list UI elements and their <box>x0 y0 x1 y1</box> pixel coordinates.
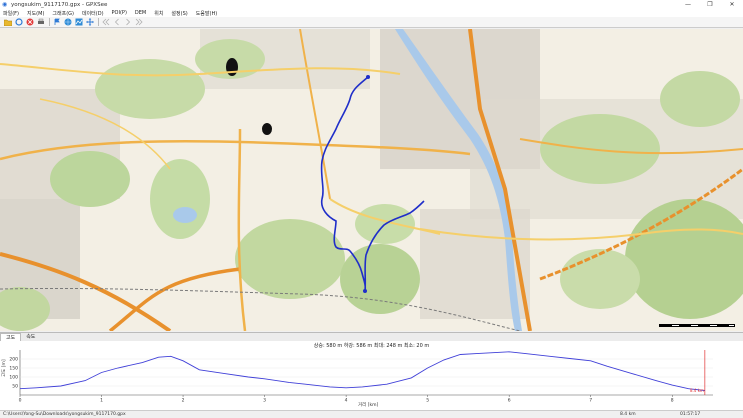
graph-tabs: 고도 속도 <box>0 332 743 341</box>
first-icon[interactable] <box>101 18 110 27</box>
elevation-chart[interactable]: 200 150 100 50 0 1 2 3 4 5 6 7 8 8.4 km <box>0 341 743 410</box>
x-tick-label: 3 <box>263 398 266 404</box>
menu-position[interactable]: 위치 <box>154 10 163 17</box>
map-scale-bar <box>659 324 735 327</box>
x-tick-label: 2 <box>182 398 185 404</box>
y-tick-label: 100 <box>9 375 18 381</box>
menu-poi[interactable]: POI(P) <box>112 10 127 16</box>
topo-map[interactable] <box>0 29 743 331</box>
x-tick-label: 6 <box>508 398 511 404</box>
x-tick-label: 1 <box>100 398 103 404</box>
graph-icon[interactable] <box>74 18 83 27</box>
map-view[interactable] <box>0 29 743 331</box>
status-bar: C:\Users\Yong-Su\Downloads\yongsukim_911… <box>0 410 743 418</box>
track-end-marker <box>363 289 367 293</box>
menu-bar: 파일(F) 지도(M) 그래프(G) 데이터(D) POI(P) DEM 위치 … <box>0 9 743 17</box>
status-time: 01:57:17 <box>680 412 701 417</box>
prev-icon[interactable] <box>112 18 121 27</box>
elevation-series-line <box>19 351 705 391</box>
reload-icon[interactable] <box>14 18 23 27</box>
next-icon[interactable] <box>123 18 132 27</box>
poi-icon[interactable] <box>52 18 61 27</box>
menu-help[interactable]: 도움말(H) <box>196 10 217 17</box>
y-tick-label: 50 <box>12 384 18 390</box>
tab-elevation[interactable]: 고도 <box>0 333 22 341</box>
window-controls: — ❐ ✕ <box>677 0 743 9</box>
y-tick-label: 200 <box>9 357 18 363</box>
file-path: C:\Users\Yong-Su\Downloads\yongsukim_911… <box>3 412 126 417</box>
map-icon[interactable] <box>63 18 72 27</box>
gpxsee-icon: ◉ <box>2 0 8 8</box>
x-tick-label: 7 <box>589 398 592 404</box>
menu-graph[interactable]: 그래프(G) <box>52 10 74 17</box>
menu-data[interactable]: 데이터(D) <box>82 10 104 17</box>
menu-file[interactable]: 파일(F) <box>3 10 19 17</box>
track-start-marker <box>366 75 370 79</box>
x-tick-label: 8 <box>671 398 674 404</box>
toolbar-separator <box>49 18 50 26</box>
x-tick-label: 4 <box>345 398 348 404</box>
toolbar <box>0 17 743 28</box>
elevation-graph-panel: 상승: 580 m 하강: 586 m 최대: 248 m 최소: 20 m 고… <box>0 341 743 410</box>
close-window-button[interactable]: ✕ <box>721 0 743 9</box>
open-icon[interactable] <box>3 18 12 27</box>
menu-map[interactable]: 지도(M) <box>27 10 44 17</box>
title-bar: ◉ yongsukim_9117170.gpx - GPXSee — ❐ ✕ <box>0 0 743 9</box>
toolbar-separator <box>98 18 99 26</box>
maximize-button[interactable]: ❐ <box>699 0 721 9</box>
close-icon[interactable] <box>25 18 34 27</box>
tab-speed[interactable]: 속도 <box>21 333 40 341</box>
fullscreen-icon[interactable] <box>85 18 94 27</box>
x-tick-label: 0 <box>19 398 22 404</box>
y-tick-label: 150 <box>9 366 18 372</box>
x-tick-label: 5 <box>426 398 429 404</box>
window-title: yongsukim_9117170.gpx - GPXSee <box>11 1 108 8</box>
minimize-button[interactable]: — <box>677 0 699 9</box>
end-marker-label: 8.4 km <box>690 388 704 393</box>
menu-dem[interactable]: DEM <box>135 10 146 16</box>
menu-settings[interactable]: 설정(S) <box>171 10 187 17</box>
last-icon[interactable] <box>134 18 143 27</box>
print-icon[interactable] <box>36 18 45 27</box>
status-distance: 8.4 km <box>620 412 636 417</box>
